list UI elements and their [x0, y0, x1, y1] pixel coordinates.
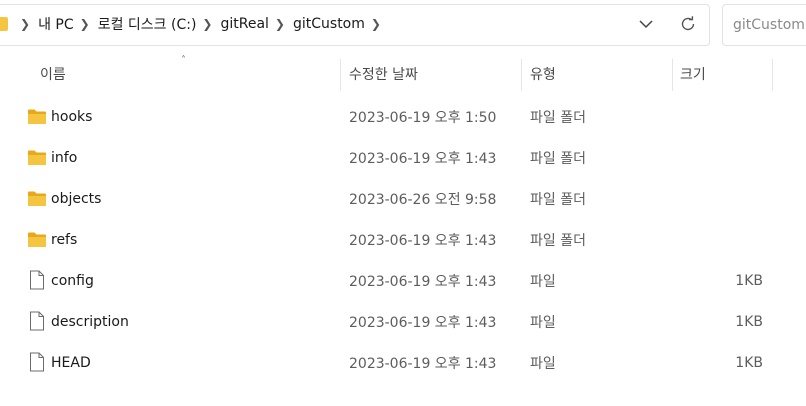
breadcrumb-item-gitreal[interactable]: gitReal	[220, 16, 268, 32]
column-divider[interactable]	[672, 59, 673, 91]
breadcrumb-item-local-disk[interactable]: 로컬 디스크 (C:)	[98, 14, 197, 34]
file-type: 파일	[530, 314, 556, 331]
column-divider[interactable]	[521, 59, 522, 91]
file-name: objects	[51, 190, 102, 207]
column-divider[interactable]	[340, 59, 341, 91]
file-row-description[interactable]: description 2023-06-19 오후 1:43 파일 1KB	[0, 301, 806, 342]
file-size: 1KB	[735, 313, 763, 330]
file-type: 파일 폴더	[530, 109, 586, 126]
column-divider[interactable]	[772, 59, 773, 91]
file-name: description	[51, 313, 129, 330]
address-bar-area: ❯ 내 PC ❯ 로컬 디스크 (C:) ❯ gitReal ❯ gitCust…	[0, 0, 806, 50]
file-type: 파일	[530, 355, 556, 372]
column-header-row: 이름 ˄ 수정한 날짜 유형 크기	[0, 55, 806, 93]
file-date: 2023-06-26 오전 9:58	[349, 191, 497, 208]
file-date: 2023-06-19 오후 1:43	[349, 150, 497, 167]
folder-icon	[27, 231, 47, 248]
file-row-refs[interactable]: refs 2023-06-19 오후 1:43 파일 폴더	[0, 219, 806, 260]
file-icon	[27, 270, 47, 290]
file-type: 파일 폴더	[530, 150, 586, 167]
refresh-button[interactable]	[674, 10, 702, 38]
file-date: 2023-06-19 오후 1:43	[349, 355, 497, 372]
file-date: 2023-06-19 오후 1:43	[349, 273, 497, 290]
history-dropdown-button[interactable]	[632, 10, 660, 38]
chevron-right-icon[interactable]: ❯	[20, 18, 30, 30]
breadcrumb-item-gitcustom[interactable]: gitCustom	[293, 16, 365, 32]
file-row-head[interactable]: HEAD 2023-06-19 오후 1:43 파일 1KB	[0, 342, 806, 383]
search-box[interactable]	[722, 4, 806, 46]
chevron-right-icon[interactable]: ❯	[202, 18, 212, 30]
file-list: hooks 2023-06-19 오후 1:50 파일 폴더 info 2023…	[0, 96, 806, 383]
file-icon	[27, 352, 47, 372]
file-name: info	[51, 149, 78, 166]
file-row-config[interactable]: config 2023-06-19 오후 1:43 파일 1KB	[0, 260, 806, 301]
breadcrumb-item-my-pc[interactable]: 내 PC	[38, 14, 74, 34]
column-header-name[interactable]: 이름	[40, 55, 66, 93]
folder-icon	[27, 149, 47, 166]
column-header-type[interactable]: 유형	[530, 55, 556, 93]
search-input[interactable]	[723, 5, 806, 45]
column-header-date[interactable]: 수정한 날짜	[349, 55, 418, 93]
folder-icon	[27, 190, 47, 207]
chevron-right-icon[interactable]: ❯	[371, 18, 381, 30]
breadcrumb: ❯ 내 PC ❯ 로컬 디스크 (C:) ❯ gitReal ❯ gitCust…	[0, 0, 389, 48]
folder-icon	[27, 108, 47, 125]
chevron-right-icon[interactable]: ❯	[275, 18, 285, 30]
file-name: refs	[51, 231, 78, 248]
file-size: 1KB	[735, 354, 763, 371]
refresh-icon	[681, 16, 695, 31]
file-name: HEAD	[51, 354, 91, 371]
file-name: config	[51, 272, 94, 289]
file-type: 파일 폴더	[530, 191, 586, 208]
file-date: 2023-06-19 오후 1:43	[349, 314, 497, 331]
chevron-down-icon	[639, 20, 653, 29]
file-date: 2023-06-19 오후 1:43	[349, 232, 497, 249]
folder-icon	[0, 17, 8, 31]
file-size: 1KB	[735, 272, 763, 289]
column-header-size[interactable]: 크기	[680, 55, 706, 93]
file-icon	[27, 311, 47, 331]
file-row-objects[interactable]: objects 2023-06-26 오전 9:58 파일 폴더	[0, 178, 806, 219]
file-row-info[interactable]: info 2023-06-19 오후 1:43 파일 폴더	[0, 137, 806, 178]
file-type: 파일	[530, 273, 556, 290]
file-name: hooks	[51, 108, 93, 125]
file-date: 2023-06-19 오후 1:50	[349, 109, 497, 126]
file-row-hooks[interactable]: hooks 2023-06-19 오후 1:50 파일 폴더	[0, 96, 806, 137]
sort-up-icon: ˄	[181, 55, 186, 66]
file-type: 파일 폴더	[530, 232, 586, 249]
chevron-right-icon[interactable]: ❯	[80, 18, 90, 30]
